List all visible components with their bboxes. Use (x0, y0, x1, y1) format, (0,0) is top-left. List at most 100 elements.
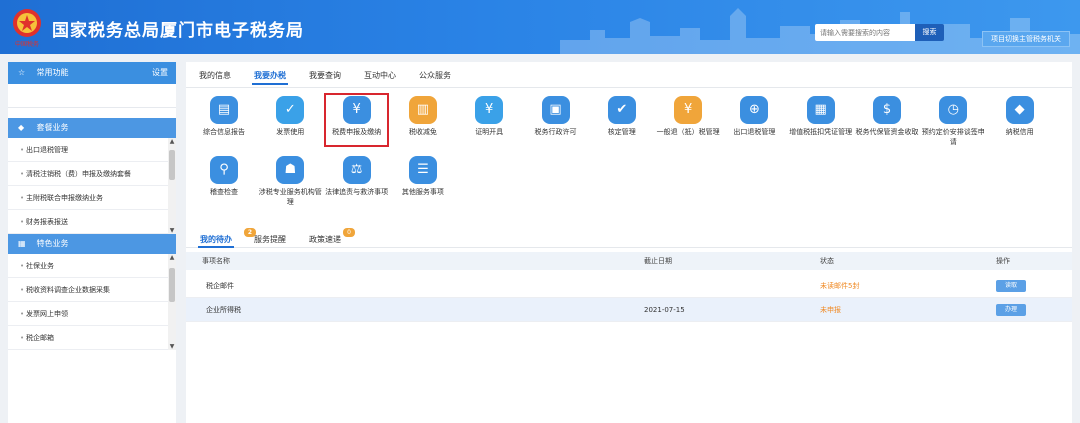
todo-tabs: 我的待办 2 服务提醒 政策速递 0 (186, 228, 1072, 248)
switch-tax-authority-button[interactable]: 项目切换主管税务机关 (982, 31, 1070, 47)
function-label: 法律追责与救济事项 (325, 188, 389, 196)
sidebar-item-social-security[interactable]: • 社保业务 (8, 254, 176, 278)
main-panel: 我的信息 我要办税 我要查询 互动中心 公众服务 ▤ 综合信息报告 ✓ 发票使用 ¥ 税费… (186, 62, 1072, 423)
tab-policy-express[interactable]: 政策速递 0 (309, 228, 355, 245)
star-icon: ☆ (18, 68, 26, 77)
function-label: 涉税专业服务机构管理 (258, 188, 322, 206)
scroll-down-icon[interactable]: ▼ (168, 227, 176, 234)
tab-service-reminder[interactable]: 服务提醒 (254, 234, 286, 245)
function-export-rebate[interactable]: ⊕ 出口退税管理 (720, 96, 788, 137)
function-tax-relief[interactable]: ▥ 税收减免 (389, 96, 457, 137)
col-status: 状态 (820, 257, 834, 265)
function-credit[interactable]: ◆ 纳税信用 (986, 96, 1054, 137)
search-button[interactable]: 搜索 (915, 24, 944, 41)
sidebar-item-export-rebate[interactable]: • 出口退税管理 (8, 138, 176, 162)
todo-table-header: 事项名称 截止日期 状态 操作 (186, 252, 1072, 270)
scroll-down-icon[interactable]: ▼ (168, 343, 176, 350)
inspection-icon: ⚲ (210, 156, 238, 184)
sidebar: ☆ 常用功能 设置 ◆ 套餐业务 • 出口退税管理 • 清税注销税（费）申报及缴纳套… (8, 62, 176, 423)
table-row: 税企邮件 未读邮件5封 读取 (186, 274, 1072, 298)
function-label: 核定管理 (607, 128, 636, 136)
function-label: 税务行政许可 (534, 128, 577, 136)
function-verification[interactable]: ✔ 核定管理 (588, 96, 656, 137)
function-inspection[interactable]: ⚲ 稽查检查 (190, 156, 258, 197)
refund-icon: ¥ (674, 96, 703, 124)
special-business-header[interactable]: ▦ 特色业务 (8, 234, 176, 254)
top-header: 中国税务 国家税务总局厦门市电子税务局 搜索 项目切换主管税务机关 (0, 0, 1080, 54)
sidebar-item-tax-cancellation[interactable]: • 清税注销税（费）申报及缴纳套餐 (8, 162, 176, 186)
search-input[interactable] (815, 24, 915, 41)
site-title: 国家税务总局厦门市电子税务局 (52, 21, 304, 41)
svg-text:中国税务: 中国税务 (15, 40, 39, 48)
function-report[interactable]: ▤ 综合信息报告 (190, 96, 258, 137)
common-functions-area (8, 84, 176, 108)
scroll-up-icon[interactable]: ▲ (168, 254, 176, 261)
gavel-icon: ⚖ (342, 156, 371, 184)
function-label: 税收减免 (408, 128, 437, 136)
function-label: 税务代保管资金收取 (855, 128, 919, 136)
agency-icon: ☗ (276, 156, 305, 184)
function-label: 发票使用 (276, 128, 305, 136)
sidebar-item-joint-declaration[interactable]: • 主附税联合申报缴纳业务 (8, 186, 176, 210)
function-appointment[interactable]: ◷ 预约定价安排谈签申请 (919, 96, 987, 147)
certificate-icon: ¥ (475, 96, 504, 124)
function-certificate[interactable]: ¥ 证明开具 (455, 96, 523, 137)
col-item-name: 事项名称 (202, 257, 230, 265)
tab-my-todo[interactable]: 我的待办 2 (198, 228, 256, 248)
appointment-icon: ◷ (939, 96, 968, 124)
item-name: 税企邮件 (206, 282, 234, 290)
function-label: 一般退（抵）税管理 (656, 128, 720, 136)
function-label: 证明开具 (475, 128, 504, 136)
tab-query[interactable]: 我要查询 (309, 70, 341, 81)
highlight-box (324, 93, 389, 147)
sidebar-item-financial-report[interactable]: • 财务报表报送 (8, 210, 176, 234)
tax-relief-icon: ▥ (408, 96, 437, 124)
sidebar-item-invoice-application[interactable]: • 发票网上申领 (8, 302, 176, 326)
other-services-icon: ☰ (408, 156, 437, 184)
function-label: 稽查检查 (210, 188, 238, 196)
function-invoice[interactable]: ✓ 发票使用 (256, 96, 324, 137)
tax-emblem-icon: 中国税务 (10, 6, 44, 48)
function-refund[interactable]: ¥ 一般退（抵）税管理 (654, 96, 722, 137)
item-deadline: 2021-07-15 (644, 306, 685, 314)
tab-my-info[interactable]: 我的信息 (199, 70, 231, 81)
common-functions-title: 常用功能 (36, 68, 69, 77)
package-business-header[interactable]: ◆ 套餐业务 (8, 118, 176, 138)
scroll-thumb[interactable] (169, 150, 175, 180)
sidebar-scrollbar-1[interactable]: ▲ ▼ (168, 138, 176, 234)
package-business-title: 套餐业务 (36, 123, 69, 132)
function-license[interactable]: ▣ 税务行政许可 (522, 96, 590, 137)
function-money-bag[interactable]: $ 税务代保管资金收取 (853, 96, 921, 137)
col-action: 操作 (996, 257, 1010, 265)
report-icon: ▤ (210, 96, 238, 124)
license-icon: ▣ (541, 96, 570, 124)
common-functions-header: ☆ 常用功能 设置 (8, 62, 176, 84)
function-label: 其他服务事项 (401, 188, 444, 196)
scroll-up-icon[interactable]: ▲ (168, 138, 176, 145)
function-label: 纳税信用 (1005, 128, 1034, 136)
special-business-title: 特色业务 (36, 239, 69, 248)
settings-link[interactable]: 设置 (152, 62, 168, 84)
read-button[interactable]: 读取 (996, 280, 1026, 292)
sidebar-scrollbar-2[interactable]: ▲ ▼ (168, 254, 176, 350)
function-gavel[interactable]: ⚖ 法律追责与救济事项 (323, 156, 391, 197)
tab-public-service[interactable]: 公众服务 (419, 70, 451, 81)
function-vat-voucher[interactable]: ▦ 增值税抵扣凭证管理 (787, 96, 855, 137)
scroll-thumb[interactable] (169, 268, 175, 302)
item-name: 企业所得税 (206, 306, 241, 314)
item-status: 未申报 (820, 306, 841, 314)
handle-button[interactable]: 办理 (996, 304, 1026, 316)
sidebar-item-data-collection[interactable]: • 税收资料调查企业数据采集 (8, 278, 176, 302)
tab-interaction-center[interactable]: 互动中心 (364, 70, 396, 81)
policy-count-badge: 0 (343, 228, 355, 237)
verification-icon: ✔ (607, 96, 636, 124)
function-other-services[interactable]: ☰ 其他服务事项 (389, 156, 457, 197)
function-agency[interactable]: ☗ 涉税专业服务机构管理 (256, 156, 324, 207)
item-status: 未读邮件5封 (820, 282, 860, 290)
vat-voucher-icon: ▦ (806, 96, 835, 124)
money-bag-icon: $ (873, 96, 901, 124)
export-rebate-icon: ⊕ (740, 96, 769, 124)
sidebar-item-tax-mailbox[interactable]: • 税企邮箱 (8, 326, 176, 350)
tab-tax-handling[interactable]: 我要办税 (252, 70, 288, 85)
function-label: 出口退税管理 (733, 128, 776, 136)
